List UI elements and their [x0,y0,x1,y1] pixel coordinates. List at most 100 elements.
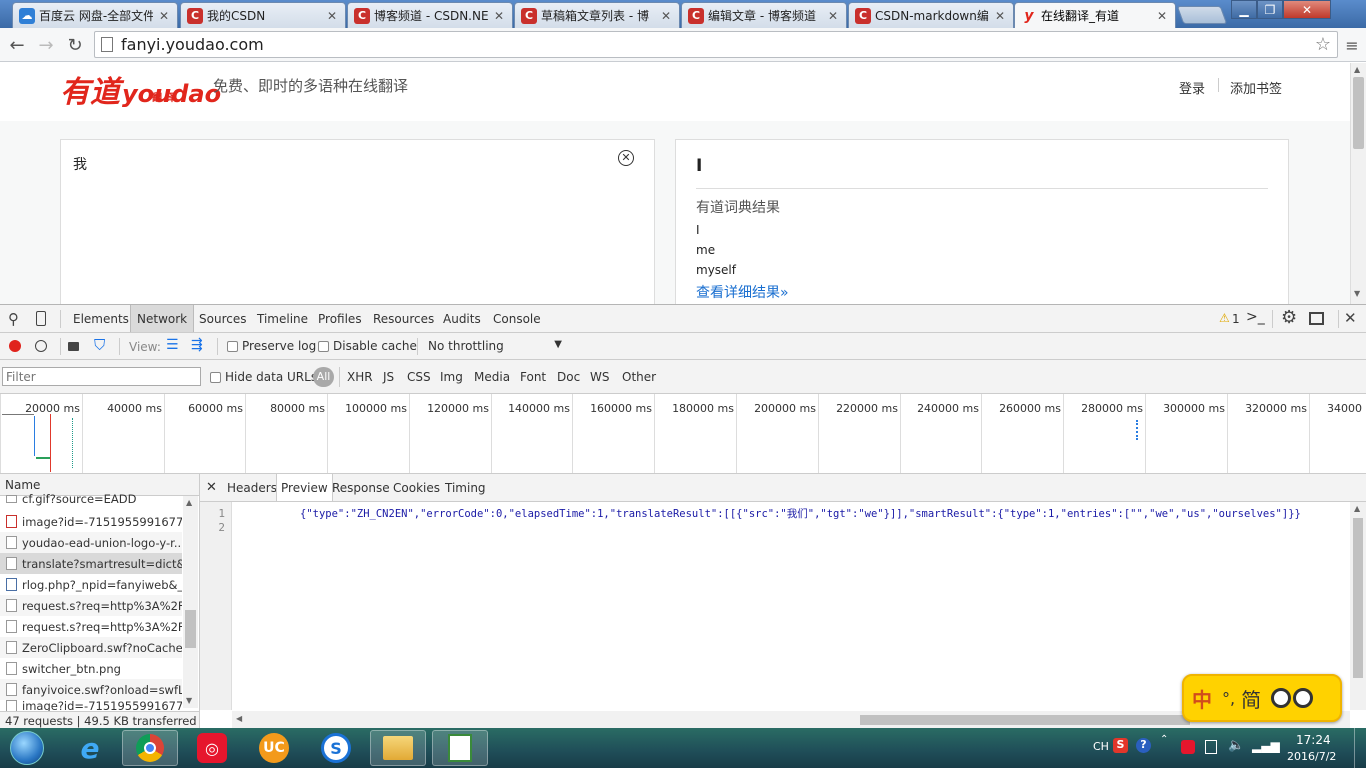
close-icon[interactable]: ✕ [993,9,1007,23]
close-icon[interactable]: ✕ [492,9,506,23]
restore-button[interactable]: ❐ [1257,0,1283,19]
chrome-icon[interactable] [122,730,178,766]
ime-toolbar[interactable]: 中 °, 简 [1182,674,1342,722]
clock-date[interactable]: 2016/7/2 [1287,750,1336,763]
close-icon[interactable]: ✕ [1344,309,1357,327]
input-language[interactable]: CH [1093,740,1109,753]
start-orb[interactable] [4,730,50,766]
filter-other[interactable]: Other [622,370,656,384]
request-row[interactable]: request.s?req=http%3A%2F... [0,616,182,637]
waterfall-icon[interactable]: ⇶ [191,337,203,353]
scrollbar-thumb[interactable] [1353,518,1363,678]
star-icon[interactable]: ☆ [1315,34,1331,55]
clock-time[interactable]: 17:24 [1296,733,1331,747]
tab-resources[interactable]: Resources [367,305,440,332]
scrollbar-thumb[interactable] [185,610,196,648]
battery-icon[interactable] [1205,740,1217,754]
close-window-button[interactable]: ✕ [1283,0,1331,19]
request-row[interactable]: rlog.php?_npid=fanyiweb&_... [0,574,182,595]
request-row[interactable]: youdao-ead-union-logo-y-r... [0,532,182,553]
back-arrow-icon[interactable]: ← [6,34,28,56]
tab-audits[interactable]: Audits [437,305,487,332]
filter-font[interactable]: Font [520,370,546,384]
request-row[interactable]: image?id=-7151955991677... [0,511,182,532]
browser-tab-active[interactable]: y 在线翻译_有道 ✕ [1014,2,1176,28]
overview-timeline[interactable]: 20000 ms 40000 ms 60000 ms 80000 ms 1000… [0,394,1366,474]
ime-lang[interactable]: 中 [1192,684,1212,713]
close-icon[interactable]: ✕ [325,9,339,23]
sogou-ime-icon[interactable]: S [1113,738,1128,753]
reload-icon[interactable]: ↻ [64,34,86,56]
browser-tab[interactable]: C 我的CSDN ✕ [180,2,346,28]
console-drawer-icon[interactable]: >_ [1246,309,1265,325]
close-icon[interactable]: ✕ [206,480,217,495]
detail-vscroll[interactable]: ▲ [1350,502,1366,710]
filter-input[interactable] [2,367,201,386]
filter-media[interactable]: Media [474,370,510,384]
close-icon[interactable]: ✕ [826,9,840,23]
ime-mascot-icon[interactable] [1271,688,1314,708]
tab-console[interactable]: Console [487,305,547,332]
ie-icon[interactable]: e [62,730,118,766]
request-row[interactable]: request.s?req=http%3A%2F... [0,595,182,616]
tab-headers[interactable]: Headers [223,474,281,501]
tab-sources[interactable]: Sources [193,305,252,332]
filter-ws[interactable]: WS [590,370,609,384]
volume-icon[interactable]: 🔈 [1228,738,1244,753]
youdao-logo[interactable]: 有道 youdao [60,67,221,110]
filter-icon[interactable]: ⛉ [94,336,105,354]
tab-elements[interactable]: Elements [67,305,135,332]
forward-arrow-icon[interactable]: → [35,34,57,56]
browser-tab[interactable]: ☁ 百度云 网盘-全部文件 ✕ [12,2,178,28]
more-results-link[interactable]: 查看详细结果» [696,282,789,302]
explorer-folder-icon[interactable] [370,730,426,766]
filter-img[interactable]: Img [440,370,463,384]
tab-profiles[interactable]: Profiles [312,305,368,332]
filter-css[interactable]: CSS [407,370,431,384]
request-row[interactable]: switcher_btn.png [0,658,182,679]
response-body[interactable]: {"type":"ZH_CN2EN","errorCode":0,"elapse… [300,507,1352,521]
disable-cache-checkbox[interactable]: Disable cache [318,339,417,353]
ime-mode[interactable]: 简 [1241,684,1261,713]
chevron-up-icon[interactable]: ⌃ [1160,734,1168,745]
search-icon[interactable]: ⚲ [8,310,19,328]
new-tab-button[interactable] [1176,6,1228,24]
record-icon[interactable] [9,340,21,352]
page-scrollbar[interactable]: ▲ ▼ [1350,63,1366,304]
request-row[interactable]: ZeroClipboard.swf?noCache... [0,637,182,658]
tab-timeline[interactable]: Timeline [251,305,314,332]
menu-icon[interactable]: ≡ [1341,34,1363,56]
browser-tab[interactable]: C 编辑文章 - 博客频道 ✕ [681,2,847,28]
request-row-selected[interactable]: translate?smartresult=dict&... [0,553,182,574]
weibo-tray-icon[interactable] [1181,740,1195,754]
ime-punct[interactable]: °, [1222,689,1235,708]
uc-browser-icon[interactable]: UC [246,730,302,766]
preserve-log-checkbox[interactable]: Preserve log [227,339,316,353]
device-mode-icon[interactable] [36,311,46,326]
scrollbar-thumb[interactable] [860,715,1190,725]
address-bar[interactable]: fanyi.youdao.com ☆ [94,31,1338,58]
hide-data-urls-checkbox[interactable]: Hide data URLs [210,370,317,384]
browser-tab[interactable]: C CSDN-markdown编 ✕ [848,2,1014,28]
add-bookmark-link[interactable]: 添加书签 [1230,78,1282,97]
screenshot-camera-icon[interactable] [68,342,79,351]
tab-preview[interactable]: Preview [276,474,333,501]
request-row[interactable]: cf.gif?source=EADD [0,492,182,506]
browser-tab[interactable]: C 博客频道 - CSDN.NE ✕ [347,2,513,28]
tab-cookies[interactable]: Cookies [389,474,444,501]
clear-icon[interactable] [35,340,47,352]
browser-tab[interactable]: C 草稿箱文章列表 - 博 ✕ [514,2,680,28]
close-icon[interactable]: ✕ [1155,9,1169,23]
throttling-select[interactable]: No throttling ▼ [428,339,562,353]
scrollbar-thumb[interactable] [1353,77,1364,149]
network-icon[interactable]: ▂▄▆ [1252,739,1280,753]
warning-count[interactable]: 1 [1232,312,1240,326]
close-icon[interactable]: ✕ [659,9,673,23]
filter-doc[interactable]: Doc [557,370,580,384]
minimize-button[interactable]: ▁ [1231,0,1257,19]
clear-icon[interactable]: ✕ [618,150,634,166]
source-text-area[interactable]: 我 ✕ [60,139,655,304]
tab-response[interactable]: Response [328,474,394,501]
filter-js[interactable]: JS [383,370,394,384]
warning-icon[interactable]: ⚠ [1219,311,1230,325]
